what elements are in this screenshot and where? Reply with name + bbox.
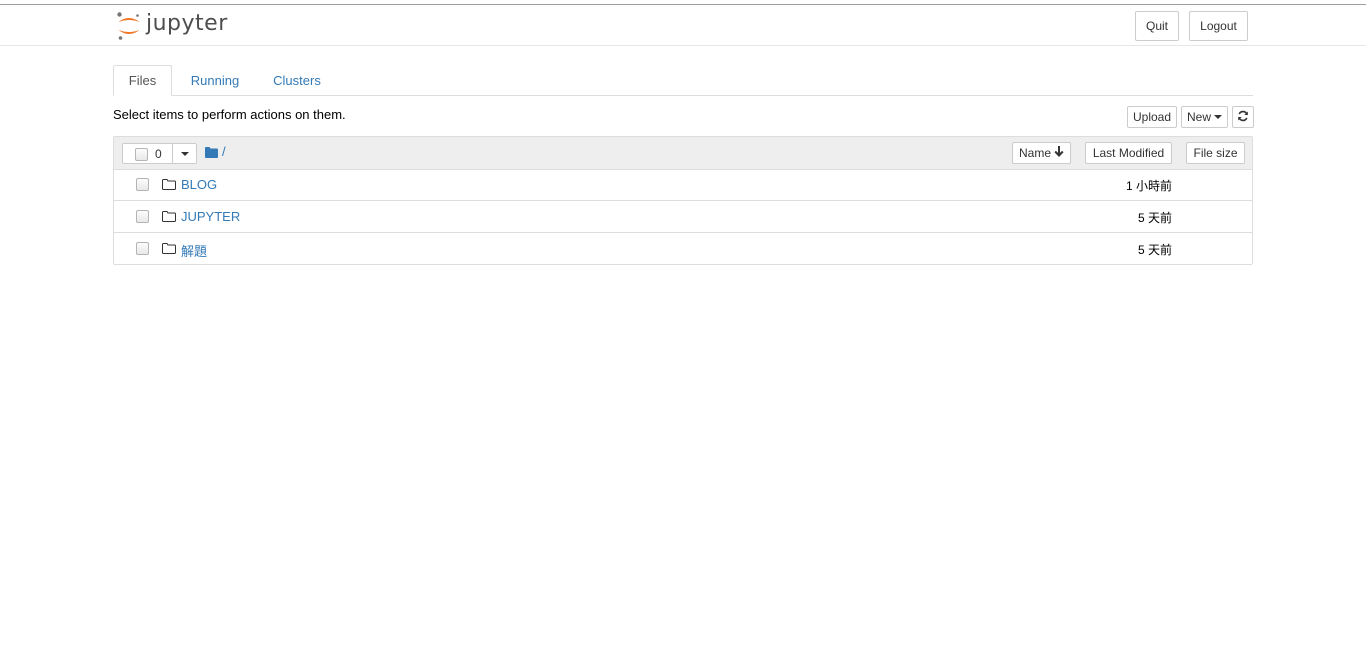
list-item[interactable]: JUPYTER 5 天前 (114, 201, 1252, 233)
sort-name-button[interactable]: Name (1012, 142, 1071, 164)
folder-icon (162, 242, 176, 254)
jupyter-logo-icon (116, 11, 142, 41)
item-modified: 5 天前 (1137, 211, 1172, 225)
tab-clusters[interactable]: Clusters (263, 65, 331, 95)
upload-button[interactable]: Upload (1127, 106, 1177, 128)
select-all-dropdown[interactable]: 0 (122, 143, 197, 164)
refresh-icon (1237, 110, 1249, 125)
notebook-list: 0 / Name Last Modified File size BLOG 1 … (113, 136, 1253, 265)
item-checkbox[interactable] (136, 210, 149, 223)
quit-button[interactable]: Quit (1135, 11, 1179, 41)
jupyter-logo[interactable]: jupyter (116, 11, 228, 41)
item-name-link[interactable]: BLOG (181, 177, 217, 192)
new-dropdown-button[interactable]: New (1181, 106, 1228, 128)
new-label: New (1187, 110, 1212, 124)
item-checkbox[interactable] (136, 242, 149, 255)
dropdown-divider (172, 144, 173, 163)
list-header: 0 / Name Last Modified File size (114, 137, 1252, 170)
folder-icon (162, 210, 176, 222)
refresh-button[interactable] (1232, 106, 1254, 128)
breadcrumb-root[interactable]: / (222, 144, 226, 159)
logout-button[interactable]: Logout (1189, 11, 1248, 41)
sort-name-label: Name (1018, 146, 1051, 160)
item-name-link[interactable]: 解題 (181, 241, 207, 260)
caret-down-icon (1214, 115, 1223, 119)
logo-text: jupyter (146, 10, 228, 36)
header: jupyter Quit Logout (0, 5, 1366, 46)
item-modified: 5 天前 (1137, 243, 1172, 257)
select-all-checkbox[interactable] (135, 148, 148, 161)
sort-last-modified-button[interactable]: Last Modified (1085, 142, 1172, 164)
list-item[interactable]: BLOG 1 小時前 (114, 169, 1252, 201)
list-item[interactable]: 解題 5 天前 (114, 233, 1252, 265)
tab-files[interactable]: Files (113, 65, 172, 96)
sort-file-size-button[interactable]: File size (1186, 142, 1245, 164)
tab-running[interactable]: Running (178, 65, 252, 95)
selection-hint: Select items to perform actions on them. (113, 107, 346, 122)
folder-icon[interactable] (205, 146, 218, 161)
tab-bar: Files Running Clusters (113, 65, 1253, 96)
item-modified: 1 小時前 (1125, 179, 1172, 193)
arrow-down-icon (1054, 146, 1064, 160)
selected-count: 0 (155, 147, 162, 161)
folder-icon (162, 178, 176, 190)
caret-down-icon (181, 152, 189, 156)
item-name-link[interactable]: JUPYTER (181, 209, 240, 224)
item-checkbox[interactable] (136, 178, 149, 191)
